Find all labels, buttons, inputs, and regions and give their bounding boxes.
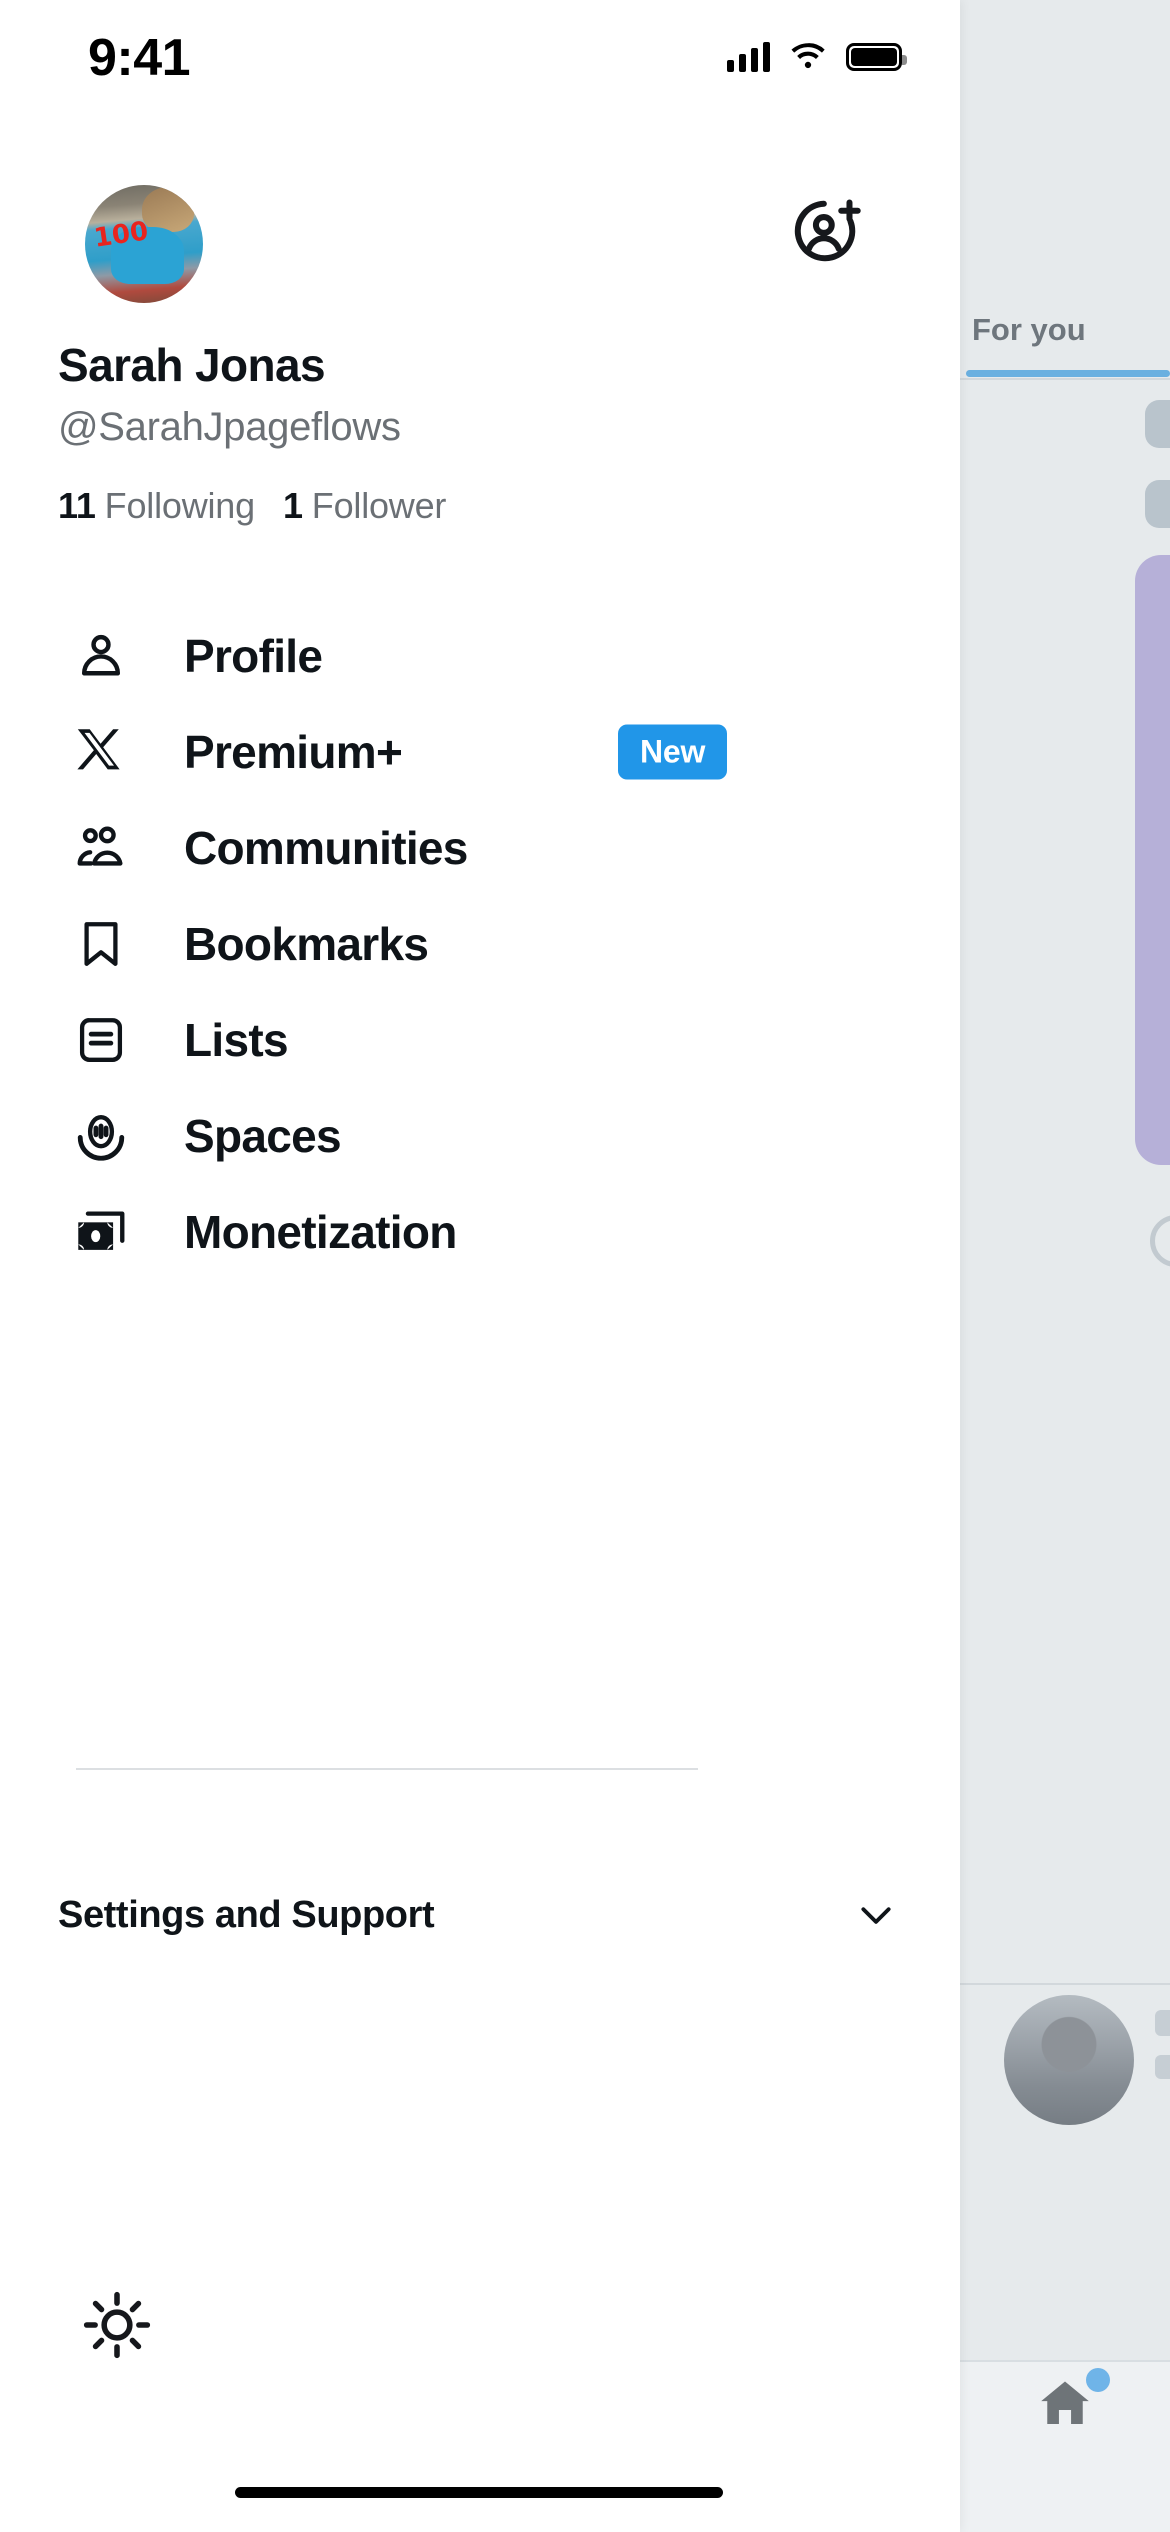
sun-brightness-icon[interactable] (82, 2290, 152, 2360)
following-label: Following (104, 485, 255, 526)
battery-icon (846, 43, 907, 71)
menu-item-premium-plus[interactable]: Premium+ New (0, 704, 960, 800)
following-stat[interactable]: 11 Following (58, 485, 255, 527)
profile-stats: 11 Following 1 Follower (58, 485, 446, 527)
tab-label-for-you: For you (972, 312, 1086, 347)
background-tab-for-you[interactable]: For you (960, 290, 1170, 370)
tab-bottom-divider (960, 378, 1170, 380)
menu-item-label: Lists (184, 1014, 289, 1066)
side-drawer-panel: 9:41 100 Sarah Jonas @SarahJpageflows 11… (0, 0, 960, 2532)
menu-item-bookmarks[interactable]: Bookmarks (0, 896, 960, 992)
background-tweet-name (1155, 2010, 1170, 2036)
status-bar: 9:41 (0, 0, 960, 118)
background-action-icon (1150, 1215, 1170, 1267)
following-count: 11 (58, 485, 96, 526)
background-tweet-avatar (1004, 1995, 1134, 2125)
menu-item-communities[interactable]: Communities (0, 800, 960, 896)
menu-item-label: Spaces (184, 1110, 342, 1162)
status-badge: New (618, 724, 728, 780)
background-chip (1145, 480, 1170, 528)
menu-item-spaces[interactable]: Spaces (0, 1088, 960, 1184)
status-bar-icons (727, 42, 907, 72)
status-bar-clock: 9:41 (88, 29, 191, 87)
background-chip (1145, 400, 1170, 448)
menu-item-label: Communities (184, 822, 468, 874)
add-person-icon[interactable] (789, 193, 865, 269)
background-media-card (1135, 555, 1170, 1165)
menu-item-monetization[interactable]: Monetization (0, 1184, 960, 1280)
menu-item-label: Premium+ (184, 726, 403, 778)
settings-and-support-label: Settings and Support (58, 1893, 435, 1936)
followers-count: 1 (282, 485, 303, 526)
menu-item-label: Bookmarks (184, 918, 429, 970)
background-tweet-text (1155, 2055, 1170, 2079)
background-timeline[interactable]: For you (960, 0, 1170, 2532)
spaces-mic-icon (70, 1105, 132, 1167)
menu-item-label: Profile (184, 630, 323, 682)
menu-item-lists[interactable]: Lists (0, 992, 960, 1088)
people-icon (70, 817, 132, 879)
x-logo-icon (70, 721, 132, 783)
profile-display-name[interactable]: Sarah Jonas (58, 338, 326, 392)
list-icon (70, 1009, 132, 1071)
wifi-icon (791, 43, 825, 69)
avatar-detail (141, 187, 194, 233)
avatar[interactable]: 100 (85, 185, 203, 303)
bookmark-icon (70, 913, 132, 975)
chevron-down-icon[interactable] (850, 1889, 902, 1941)
person-icon (70, 625, 132, 687)
followers-stat[interactable]: 1 Follower (283, 485, 446, 527)
cellular-bars-icon (727, 42, 770, 72)
menu-item-profile[interactable]: Profile (0, 608, 960, 704)
background-statusbar (960, 0, 1170, 118)
menu-divider (76, 1768, 698, 1770)
home-indicator (235, 2487, 723, 2498)
profile-handle: @SarahJpageflows (58, 405, 401, 449)
menu-item-label: Monetization (184, 1206, 457, 1258)
home-notification-dot (1086, 2368, 1110, 2392)
drawer-menu: Profile Premium+ New Communities Bookmar… (0, 608, 960, 1280)
followers-label: Follower (311, 485, 447, 526)
money-icon (70, 1201, 132, 1263)
phone-screen: For you 9:41 100 Sarah Jonas @SarahJpage… (0, 0, 1170, 2532)
settings-and-support-row[interactable]: Settings and Support (0, 1860, 960, 1970)
tab-active-underline (966, 370, 1170, 377)
